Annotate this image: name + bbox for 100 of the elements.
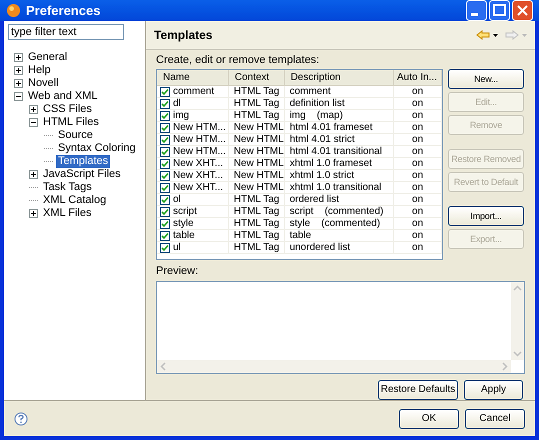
table-cell: on [412,146,424,157]
table-cell: New XHT... [173,170,224,182]
filter-field[interactable]: type filter text [8,24,124,40]
close-icon[interactable] [512,0,533,21]
preview-label: Preview: [156,265,200,278]
checkbox[interactable] [160,158,170,168]
table-cell: New HTML [234,122,284,133]
table-cell: New HTML [234,170,284,181]
collapse-icon[interactable] [14,92,23,100]
table-cell: HTML Tag [234,194,280,205]
cancel-button[interactable]: Cancel [465,408,525,428]
checkbox[interactable] [160,206,170,216]
help-icon[interactable] [14,412,28,426]
table-cell: on [412,230,424,241]
table-cell: unordered list [290,242,350,253]
tree-item[interactable]: HTML Files [41,116,101,128]
table-cell: xhtml 1.0 strict [290,170,354,181]
side-button[interactable]: New... [448,69,524,89]
table-cell: script [173,206,197,218]
tree-item[interactable]: Help [26,64,53,76]
ok-button[interactable]: OK [399,408,459,428]
maximize-icon[interactable] [489,0,510,21]
table-cell: on [412,134,424,145]
table-cell: xhtml 1.0 frameset [290,158,372,169]
column-header[interactable]: Auto In... [394,70,442,85]
expand-icon[interactable] [29,170,38,178]
checkbox[interactable] [160,122,170,132]
checkbox[interactable] [160,146,170,156]
side-button[interactable]: Import... [448,206,524,226]
tree-item[interactable]: CSS Files [41,102,94,116]
table-cell: HTML Tag [234,242,280,253]
table-cell: on [412,86,424,97]
expand-icon[interactable] [29,104,38,114]
tree-item[interactable]: Source [56,128,95,142]
checkbox[interactable] [160,110,170,120]
expand-icon[interactable] [14,52,23,62]
expand-icon[interactable] [29,208,38,218]
table-cell: dl [173,98,181,110]
checkbox[interactable] [160,182,170,192]
checkbox[interactable] [160,98,170,108]
table-cell: html 4.01 transitional [290,146,382,157]
table-cell: New HTML [234,182,284,193]
restore-defaults-button[interactable]: Restore Defaults [378,380,458,400]
apply-button[interactable]: Apply [464,380,523,400]
checkbox[interactable] [160,170,170,180]
checkbox[interactable] [160,194,170,204]
table-cell: img [173,110,190,122]
table-cell: img (map) [290,110,343,121]
table-cell: xhtml 1.0 transitional [290,182,382,193]
table-cell: on [412,98,424,109]
table-cell: html 4.01 frameset [290,122,372,133]
tree-item[interactable]: Task Tags [41,180,94,194]
table-cell: HTML Tag [234,218,280,229]
checkbox[interactable] [160,230,170,240]
column-header[interactable]: Description [284,70,394,85]
table-cell: table [173,230,195,242]
tree-item[interactable]: XML Files [41,206,94,220]
tree-item[interactable]: Syntax Coloring [56,142,138,154]
column-header[interactable]: Name [157,70,229,85]
minimize-icon[interactable] [466,0,487,21]
table-cell: New XHT... [173,158,224,170]
table-cell: on [412,110,424,121]
table-cell: table [290,230,312,241]
table-cell: on [412,206,424,217]
table-cell: HTML Tag [234,98,280,109]
table-cell: on [412,170,424,181]
tree-item[interactable]: Novell [26,76,61,90]
collapse-icon[interactable] [29,118,38,126]
expand-icon[interactable] [14,78,23,88]
table-cell: on [412,194,424,205]
table-cell: New XHT... [173,182,224,194]
table-cell: HTML Tag [234,86,280,97]
dropdown-caret-icon[interactable] [493,34,498,36]
app-icon [6,3,21,18]
tree-item[interactable]: General [26,50,70,64]
page-description: Create, edit or remove templates: [156,54,320,67]
table-cell: html 4.01 strict [290,134,355,145]
checkbox[interactable] [160,86,170,96]
table-cell: HTML Tag [234,110,280,121]
table-cell: New HTML [234,158,284,169]
column-header[interactable]: Context [228,70,285,85]
table-cell: New HTM... [173,134,226,146]
checkbox[interactable] [160,242,170,252]
table-cell: on [412,122,424,133]
page-title: Templates [154,27,212,44]
table-cell: on [412,182,424,193]
table-cell: New HTM... [173,146,226,158]
tree-item[interactable]: XML Catalog [41,194,108,206]
table-cell: on [412,158,424,169]
tree-item[interactable]: Web and XML [26,90,100,102]
table-cell: ul [173,242,181,254]
table-cell: HTML Tag [234,230,280,241]
table-cell: on [412,242,424,253]
checkbox[interactable] [160,218,170,228]
tree-item[interactable]: JavaScript Files [41,168,123,180]
expand-icon[interactable] [14,66,23,74]
tree-item[interactable]: Templates [56,154,110,168]
checkbox[interactable] [160,134,170,144]
table-cell: New HTML [234,134,284,145]
table-cell: ordered list [290,194,340,205]
